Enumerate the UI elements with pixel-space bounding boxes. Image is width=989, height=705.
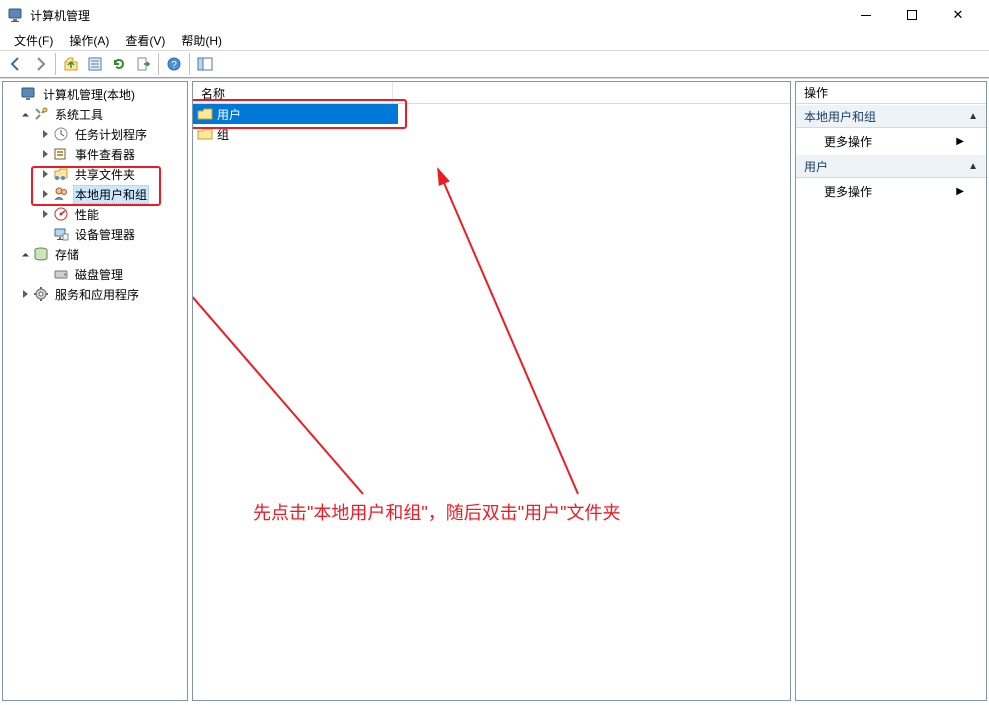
chevron-up-icon: ▲ <box>968 111 978 122</box>
chevron-up-icon: ▲ <box>968 161 978 172</box>
section-title: 本地用户和组 <box>804 108 876 125</box>
up-button[interactable] <box>59 53 83 75</box>
expand-icon[interactable] <box>39 148 51 160</box>
show-hide-tree-button[interactable] <box>193 53 217 75</box>
tree-label: 设备管理器 <box>73 225 137 244</box>
expand-icon[interactable] <box>19 248 31 260</box>
tree-label: 事件查看器 <box>73 145 137 164</box>
actions-header: 操作 <box>796 82 986 104</box>
expand-icon[interactable] <box>39 268 51 280</box>
list-item-label: 用户 <box>217 106 241 123</box>
expand-icon[interactable] <box>39 228 51 240</box>
computer-mgmt-icon <box>21 86 37 102</box>
expand-icon[interactable] <box>39 168 51 180</box>
refresh-button[interactable] <box>107 53 131 75</box>
performance-icon <box>53 206 69 222</box>
expand-icon[interactable] <box>19 108 31 120</box>
action-label: 更多操作 <box>824 133 872 150</box>
tree-label: 服务和应用程序 <box>53 285 141 304</box>
menu-action[interactable]: 操作(A) <box>61 30 117 51</box>
app-icon <box>8 7 24 23</box>
tree-disk-management[interactable]: 磁盘管理 <box>3 264 187 284</box>
content-area: 计算机管理(本地) 系统工具 任务计划程序 <box>0 78 989 703</box>
tree-device-manager[interactable]: 设备管理器 <box>3 224 187 244</box>
folder-icon <box>197 106 213 122</box>
expand-icon[interactable] <box>39 128 51 140</box>
expand-icon[interactable] <box>7 88 19 100</box>
toolbar-sep <box>55 53 56 75</box>
list-item-groups[interactable]: 组 <box>193 124 790 144</box>
window-controls <box>843 0 981 30</box>
tree-label: 磁盘管理 <box>73 265 125 284</box>
tree-label: 性能 <box>73 205 101 224</box>
clock-icon <box>53 126 69 142</box>
annotation-arrows <box>193 104 791 701</box>
expand-icon[interactable] <box>39 208 51 220</box>
tree-root[interactable]: 计算机管理(本地) <box>3 84 187 104</box>
tree-event-viewer[interactable]: 事件查看器 <box>3 144 187 164</box>
action-label: 更多操作 <box>824 183 872 200</box>
tree-label: 计算机管理(本地) <box>41 85 137 104</box>
toolbar: ? <box>0 50 989 78</box>
toolbar-sep <box>158 53 159 75</box>
storage-icon <box>33 246 49 262</box>
chevron-right-icon: ▶ <box>956 186 964 197</box>
menu-view[interactable]: 查看(V) <box>117 30 173 51</box>
tree-services-apps[interactable]: 服务和应用程序 <box>3 284 187 304</box>
back-button[interactable] <box>4 53 28 75</box>
expand-icon[interactable] <box>39 188 51 200</box>
tree-pane[interactable]: 计算机管理(本地) 系统工具 任务计划程序 <box>2 81 188 701</box>
list-body[interactable]: 用户 组 先点击"本地 <box>193 104 790 700</box>
maximize-button[interactable] <box>889 0 935 30</box>
section-title: 用户 <box>804 158 828 175</box>
menu-file[interactable]: 文件(F) <box>6 30 61 51</box>
tree-label: 任务计划程序 <box>73 125 149 144</box>
svg-text:?: ? <box>171 60 177 71</box>
minimize-button[interactable] <box>843 0 889 30</box>
window-title: 计算机管理 <box>30 7 90 24</box>
device-manager-icon <box>53 226 69 242</box>
actions-section-local-users[interactable]: 本地用户和组 ▲ <box>796 104 986 128</box>
actions-more-2[interactable]: 更多操作 ▶ <box>796 178 986 204</box>
disk-icon <box>53 266 69 282</box>
forward-button[interactable] <box>28 53 52 75</box>
help-button[interactable]: ? <box>162 53 186 75</box>
actions-section-users[interactable]: 用户 ▲ <box>796 154 986 178</box>
tree-shared-folders[interactable]: 共享文件夹 <box>3 164 187 184</box>
tree-label: 共享文件夹 <box>73 165 137 184</box>
folder-icon <box>197 126 213 142</box>
export-button[interactable] <box>131 53 155 75</box>
tree-label: 系统工具 <box>53 105 105 124</box>
tree-local-users-groups[interactable]: 本地用户和组 <box>3 184 187 204</box>
toolbar-sep <box>189 53 190 75</box>
tree-performance[interactable]: 性能 <box>3 204 187 224</box>
close-button[interactable] <box>935 0 981 30</box>
services-icon <box>33 286 49 302</box>
annotation-text: 先点击"本地用户和组"，随后双击"用户"文件夹 <box>253 499 621 525</box>
shared-folder-icon <box>53 166 69 182</box>
tree-storage[interactable]: 存储 <box>3 244 187 264</box>
tree-task-scheduler[interactable]: 任务计划程序 <box>3 124 187 144</box>
properties-button[interactable] <box>83 53 107 75</box>
list-header: 名称 <box>193 82 790 104</box>
users-groups-icon <box>53 186 69 202</box>
list-item-label: 组 <box>217 126 229 143</box>
menu-help[interactable]: 帮助(H) <box>173 30 230 51</box>
tree-label: 存储 <box>53 245 81 264</box>
chevron-right-icon: ▶ <box>956 136 964 147</box>
actions-pane: 操作 本地用户和组 ▲ 更多操作 ▶ 用户 ▲ 更多操作 ▶ <box>795 81 987 701</box>
menubar: 文件(F) 操作(A) 查看(V) 帮助(H) <box>0 30 989 50</box>
titlebar: 计算机管理 <box>0 0 989 30</box>
tools-icon <box>33 106 49 122</box>
list-item-users[interactable]: 用户 <box>193 104 398 124</box>
event-viewer-icon <box>53 146 69 162</box>
tree-system-tools[interactable]: 系统工具 <box>3 104 187 124</box>
column-name[interactable]: 名称 <box>193 82 393 103</box>
expand-icon[interactable] <box>19 288 31 300</box>
list-pane[interactable]: 名称 用户 组 <box>192 81 791 701</box>
tree-label: 本地用户和组 <box>73 185 149 204</box>
actions-more-1[interactable]: 更多操作 ▶ <box>796 128 986 154</box>
